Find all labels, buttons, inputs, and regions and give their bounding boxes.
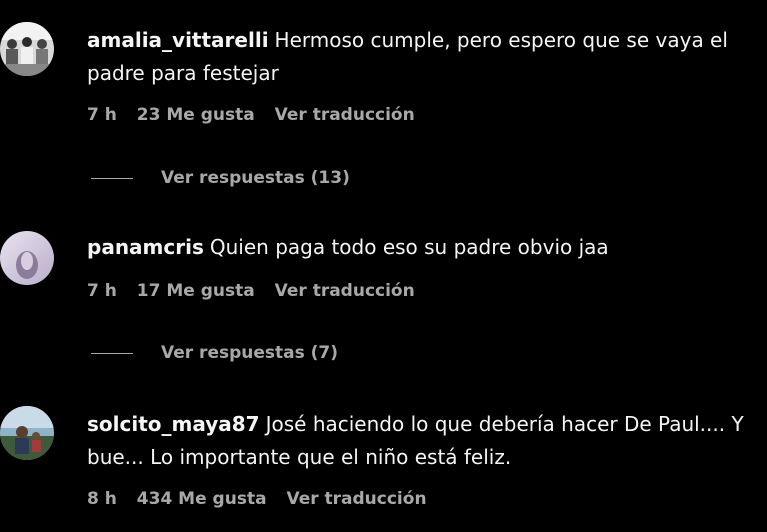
likes-button[interactable]: 23 Me gusta [137, 105, 255, 125]
comment-time: 7 h [87, 105, 117, 125]
profile-photo-icon [0, 406, 54, 460]
translate-button[interactable]: Ver traducción [275, 105, 415, 125]
comment-text: Quien paga todo eso su padre obvio jaa [209, 235, 609, 259]
comment-meta: 7 h 23 Me gusta Ver traducción [87, 105, 429, 125]
view-replies-label: Ver respuestas (13) [161, 168, 350, 188]
comment-body: panamcris Quien paga todo eso su padre ob… [87, 231, 759, 264]
comment-time: 8 h [87, 489, 117, 509]
view-replies-label: Ver respuestas (7) [161, 343, 339, 363]
translate-button[interactable]: Ver traducción [286, 489, 426, 509]
comment-body: amalia_vittarelli Hermoso cumple, pero es… [87, 24, 759, 90]
comment-time: 7 h [87, 281, 117, 301]
profile-photo-icon [0, 231, 54, 285]
comment-username[interactable]: amalia_vittarelli [87, 28, 269, 52]
likes-button[interactable]: 17 Me gusta [137, 281, 255, 301]
comment-username[interactable]: solcito_maya87 [87, 412, 260, 436]
comment-meta: 7 h 17 Me gusta Ver traducción [87, 281, 429, 301]
avatar[interactable] [0, 231, 54, 285]
view-replies-button[interactable]: Ver respuestas (13) [91, 168, 350, 188]
comment-meta: 8 h 434 Me gusta Ver traducción [87, 489, 441, 509]
replies-divider [91, 177, 133, 179]
avatar[interactable] [0, 406, 54, 460]
profile-photo-icon [0, 22, 54, 76]
likes-button[interactable]: 434 Me gusta [137, 489, 267, 509]
view-replies-button[interactable]: Ver respuestas (7) [91, 343, 338, 363]
comment-username[interactable]: panamcris [87, 235, 204, 259]
comment-body: solcito_maya87 José haciendo lo que deber… [87, 408, 759, 474]
avatar[interactable] [0, 22, 54, 76]
replies-divider [91, 352, 133, 354]
translate-button[interactable]: Ver traducción [275, 281, 415, 301]
